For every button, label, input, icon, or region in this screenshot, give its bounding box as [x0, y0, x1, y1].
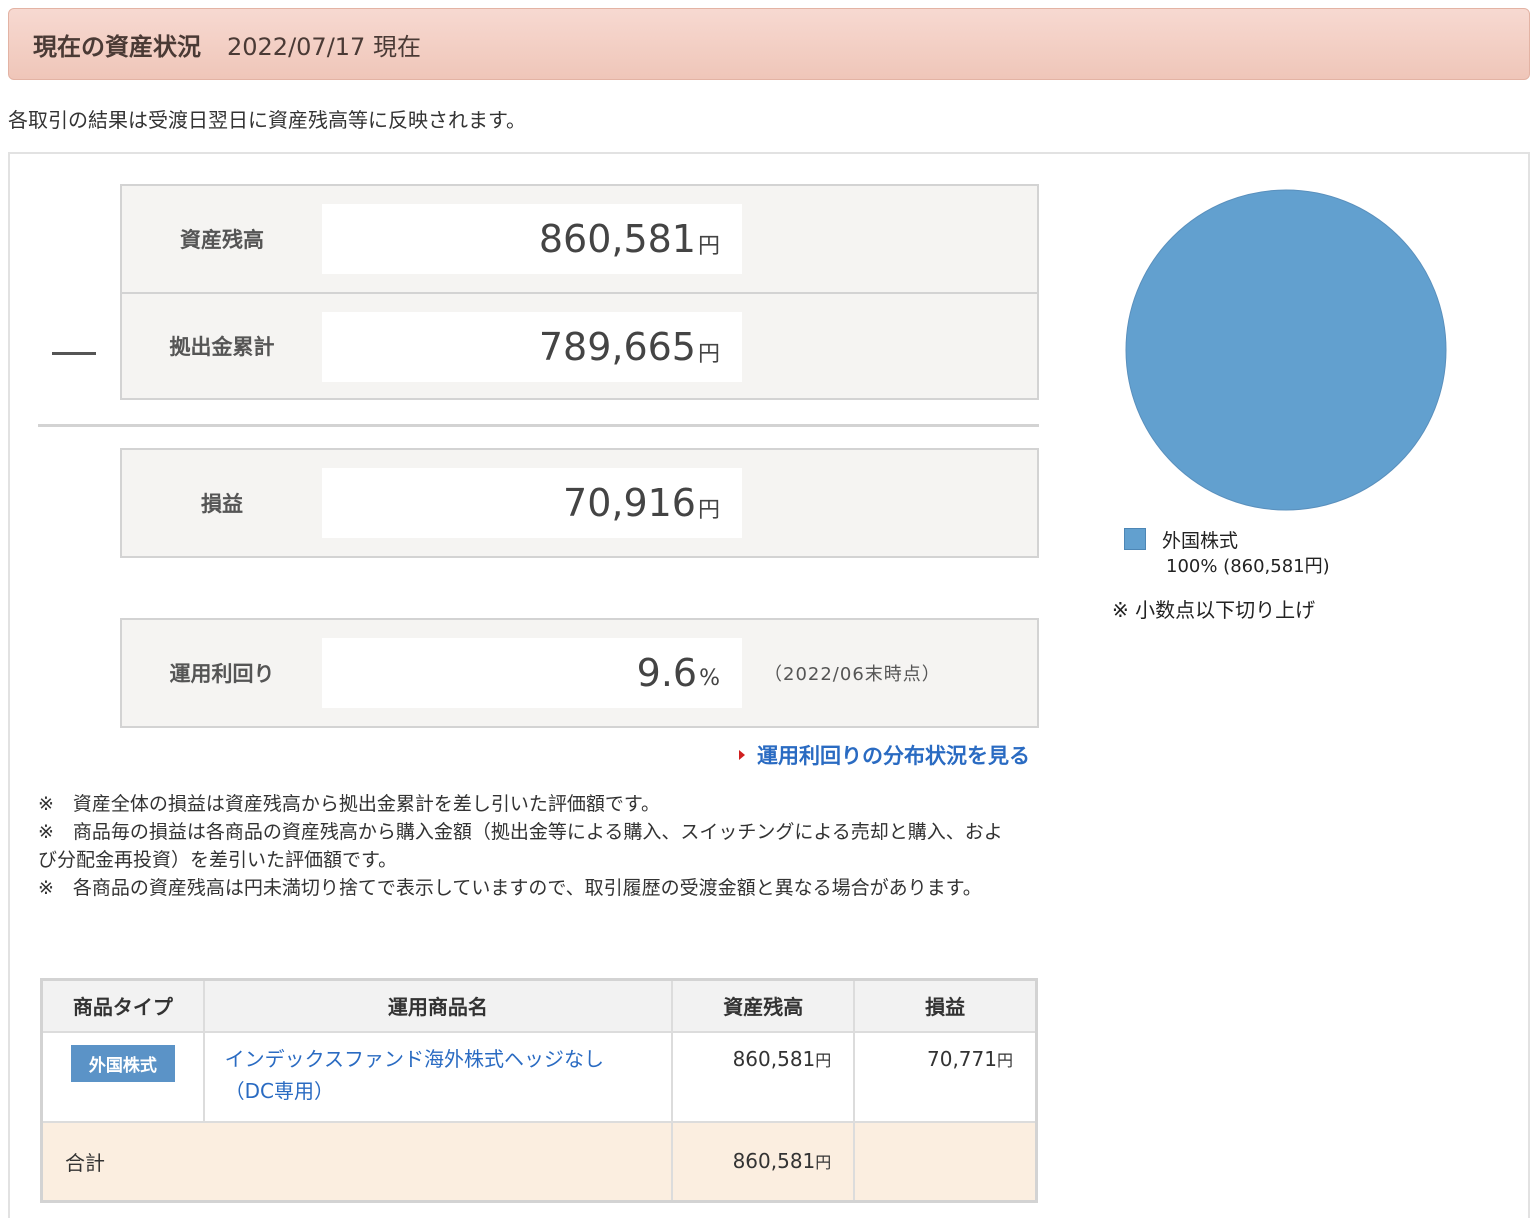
product-balance-cell: 860,581円 [671, 1030, 856, 1123]
yield-unit: % [699, 665, 720, 691]
note-item: ※ 資産全体の損益は資産残高から拠出金累計を差し引いた評価額です。 [38, 793, 661, 815]
product-type-badge: 外国株式 [70, 1044, 175, 1082]
contribution-value: 789,665 [538, 325, 696, 369]
profit-value: 70,916 [563, 481, 696, 525]
balance-row: 資産残高 860,581 円 [122, 186, 1037, 292]
balance-value: 860,581 [538, 217, 696, 261]
total-profit-cell [853, 1120, 1038, 1203]
total-row: 合計 860,581円 [40, 1120, 1038, 1203]
header-product-name: 運用商品名 [202, 978, 674, 1033]
yield-row: 運用利回り 9.6 % （2022/06末時点） [122, 620, 1037, 726]
minus-sign [52, 352, 96, 355]
balance-contribution-box: 資産残高 860,581 円 拠出金累計 789,665 円 [120, 184, 1039, 400]
note-item: ※ 商品毎の損益は各商品の資産残高から購入金額（拠出金等による購入、スイッチング… [38, 821, 1003, 871]
legend-swatch [1124, 528, 1146, 550]
yield-distribution-link[interactable]: 運用利回りの分布状況を見る [739, 740, 1030, 770]
legend-detail: 100% (860,581円) [1166, 556, 1330, 577]
balance-unit: 円 [697, 234, 720, 259]
note-item: ※ 各商品の資産残高は円未満切り捨てで表示していますので、取引履歴の受渡金額と異… [38, 877, 982, 899]
reflection-notice: 各取引の結果は受渡日翌日に資産残高等に反映されます。 [8, 108, 526, 132]
asset-allocation-pie-chart [1125, 189, 1447, 511]
legend-label: 外国株式 [1162, 530, 1239, 552]
link-arrow-icon [739, 750, 745, 760]
yield-as-of-note: （2022/06末時点） [764, 664, 941, 685]
header-profit: 損益 [853, 978, 1038, 1033]
yield-label: 運用利回り [169, 662, 275, 686]
profit-unit: 円 [697, 498, 720, 523]
yield-box: 運用利回り 9.6 % （2022/06末時点） [120, 618, 1039, 728]
total-balance-unit: 円 [815, 1153, 832, 1173]
product-profit-unit: 円 [996, 1050, 1013, 1070]
profit-value-box: 70,916 円 [322, 468, 742, 538]
pie-slice-1 [1125, 189, 1447, 511]
profit-box: 損益 70,916 円 [120, 448, 1039, 558]
notes: ※ 資産全体の損益は資産残高から拠出金累計を差し引いた評価額です。 ※ 商品毎の… [38, 790, 1018, 902]
yield-distribution-link-label: 運用利回りの分布状況を見る [757, 744, 1030, 768]
subtotal-divider [38, 424, 1039, 427]
yield-value-box: 9.6 % [322, 638, 742, 708]
total-balance-cell: 860,581円 [671, 1120, 856, 1203]
profit-row: 損益 70,916 円 [122, 450, 1037, 556]
header-balance: 資産残高 [671, 978, 856, 1033]
page-title: 現在の資産状況 [33, 32, 201, 61]
products-table: 商品タイプ 運用商品名 資産残高 損益 外国株式 インデックスファンド海外株式ヘ… [40, 978, 1038, 1203]
contribution-row: 拠出金累計 789,665 円 [122, 292, 1037, 398]
product-balance: 860,581 [732, 1046, 816, 1071]
product-profit: 70,771 [927, 1046, 997, 1071]
contribution-value-box: 789,665 円 [322, 312, 742, 382]
table-header-row: 商品タイプ 運用商品名 資産残高 損益 [40, 978, 1038, 1033]
chart-note: ※ 小数点以下切り上げ [1112, 598, 1316, 622]
total-balance: 860,581 [732, 1149, 816, 1174]
profit-label: 損益 [201, 492, 243, 516]
header-product-type: 商品タイプ [40, 978, 205, 1033]
product-name-cell: インデックスファンド海外株式ヘッジなし（DC専用） [202, 1030, 674, 1123]
table-row: 外国株式 インデックスファンド海外株式ヘッジなし（DC専用） 860,581円 … [40, 1030, 1038, 1123]
contribution-label: 拠出金累計 [169, 335, 275, 359]
product-name-link[interactable]: インデックスファンド海外株式ヘッジなし（DC専用） [205, 1033, 671, 1119]
balance-value-box: 860,581 円 [322, 204, 742, 274]
total-label: 合計 [40, 1120, 674, 1203]
balance-label: 資産残高 [180, 228, 264, 252]
product-type-cell: 外国株式 [40, 1030, 205, 1123]
yield-value: 9.6 [636, 651, 698, 695]
product-profit-cell: 70,771円 [853, 1030, 1038, 1123]
page-header: 現在の資産状況 2022/07/17 現在 [8, 8, 1530, 80]
product-balance-unit: 円 [815, 1050, 832, 1070]
as-of-date: 2022/07/17 現在 [227, 32, 421, 61]
contribution-unit: 円 [697, 342, 720, 367]
